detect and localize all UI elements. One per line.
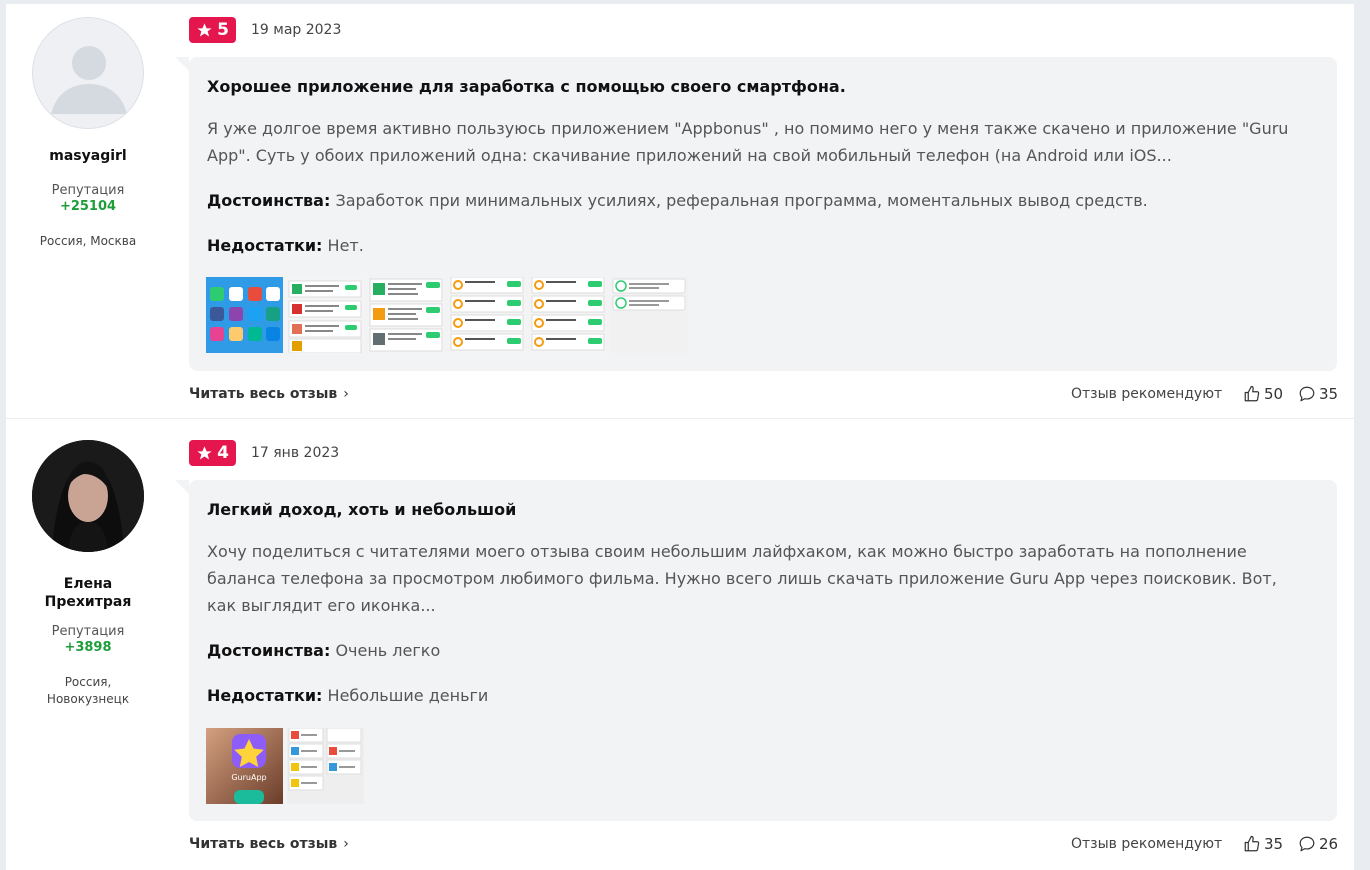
review-image-thumb[interactable]: [368, 277, 445, 353]
comments-button[interactable]: 35: [1298, 385, 1338, 403]
chevron-right-icon: ›: [343, 836, 349, 852]
pros-text: Очень легко: [335, 641, 441, 660]
rating-badge: 4: [189, 440, 236, 466]
review-image-thumb[interactable]: [206, 277, 283, 353]
reputation-label: Репутация: [51, 624, 125, 639]
rating-value: 5: [217, 20, 229, 40]
comments-button[interactable]: 26: [1298, 835, 1338, 853]
cons-label: Недостатки:: [207, 236, 323, 255]
review-pros: Достоинства: Очень легко: [207, 641, 440, 660]
review-images: GuruApp: [206, 728, 364, 804]
star-icon: [197, 22, 212, 37]
comment-icon: [1299, 836, 1315, 852]
review-image-thumb[interactable]: [287, 277, 364, 353]
chevron-right-icon: ›: [343, 386, 349, 402]
pros-label: Достоинства:: [207, 191, 331, 210]
review-image-thumb[interactable]: [449, 277, 526, 353]
rating-badge: 5: [189, 17, 236, 43]
review-cons: Недостатки: Нет.: [207, 236, 364, 255]
cons-text: Небольшие деньги: [327, 686, 489, 705]
review-date: 19 мар 2023: [251, 22, 342, 38]
review-date: 17 янв 2023: [251, 445, 340, 461]
review-image-thumb[interactable]: [287, 728, 364, 804]
author-name[interactable]: masyagirl: [6, 148, 170, 164]
pros-text: Заработок при минимальных усилиях, рефер…: [335, 191, 1148, 210]
reviews-list: masyagirl Репутация +25104 Россия, Москв…: [6, 4, 1354, 870]
like-button[interactable]: 35: [1243, 835, 1283, 853]
cons-label: Недостатки:: [207, 686, 323, 705]
default-user-icon: [51, 46, 127, 114]
review-text: Я уже долгое время активно пользуюсь при…: [207, 119, 1289, 165]
avatar[interactable]: [32, 17, 144, 129]
comment-count: 26: [1319, 835, 1339, 853]
review-item: masyagirl Репутация +25104 Россия, Москв…: [6, 4, 1354, 419]
review-images: [206, 277, 688, 353]
author-location: Россия, Москва: [39, 234, 137, 248]
review-cons: Недостатки: Небольшие деньги: [207, 686, 488, 705]
thumbs-up-icon: [1244, 835, 1260, 852]
pros-label: Достоинства:: [207, 641, 331, 660]
thumbs-up-icon: [1244, 385, 1260, 402]
review-image-thumb[interactable]: [611, 277, 688, 353]
user-photo-icon: [32, 440, 144, 552]
review-text: Хочу поделиться с читателями моего отзыв…: [207, 542, 1277, 615]
recommend-label: Отзыв рекомендуют: [1071, 836, 1223, 852]
author-location: Россия, Новокузнецк: [46, 675, 130, 706]
comment-count: 35: [1319, 385, 1339, 403]
app-name-label: GuruApp: [231, 773, 266, 782]
like-count: 50: [1264, 385, 1284, 403]
review-title[interactable]: Хорошее приложение для заработка с помощ…: [207, 77, 846, 96]
cons-text: Нет.: [327, 236, 364, 255]
comment-icon: [1299, 386, 1315, 402]
like-button[interactable]: 50: [1243, 385, 1283, 403]
rating-value: 4: [217, 443, 229, 463]
read-full-review-link[interactable]: Читать весь отзыв ›: [189, 386, 349, 402]
author-name[interactable]: Елена Прехитрая: [26, 575, 150, 611]
reputation-value: +3898: [64, 640, 112, 655]
review-item: Елена Прехитрая Репутация +3898 Россия, …: [6, 422, 1354, 870]
review-card: Легкий доход, хоть и небольшой Хочу поде…: [175, 480, 1337, 821]
read-more-label: Читать весь отзыв: [189, 386, 338, 402]
read-full-review-link[interactable]: Читать весь отзыв ›: [189, 836, 349, 852]
review-card: Хорошее приложение для заработка с помощ…: [175, 57, 1337, 371]
like-count: 35: [1264, 835, 1284, 853]
reputation-label: Репутация: [51, 183, 125, 198]
avatar[interactable]: [32, 440, 144, 552]
review-pros: Достоинства: Заработок при минимальных у…: [207, 191, 1148, 210]
review-title[interactable]: Легкий доход, хоть и небольшой: [207, 500, 516, 519]
review-image-thumb[interactable]: [530, 277, 607, 353]
recommend-label: Отзыв рекомендуют: [1071, 386, 1223, 402]
reputation-value: +25104: [59, 199, 117, 214]
read-more-label: Читать весь отзыв: [189, 836, 338, 852]
star-icon: [197, 445, 212, 460]
review-image-thumb[interactable]: GuruApp: [206, 728, 283, 804]
